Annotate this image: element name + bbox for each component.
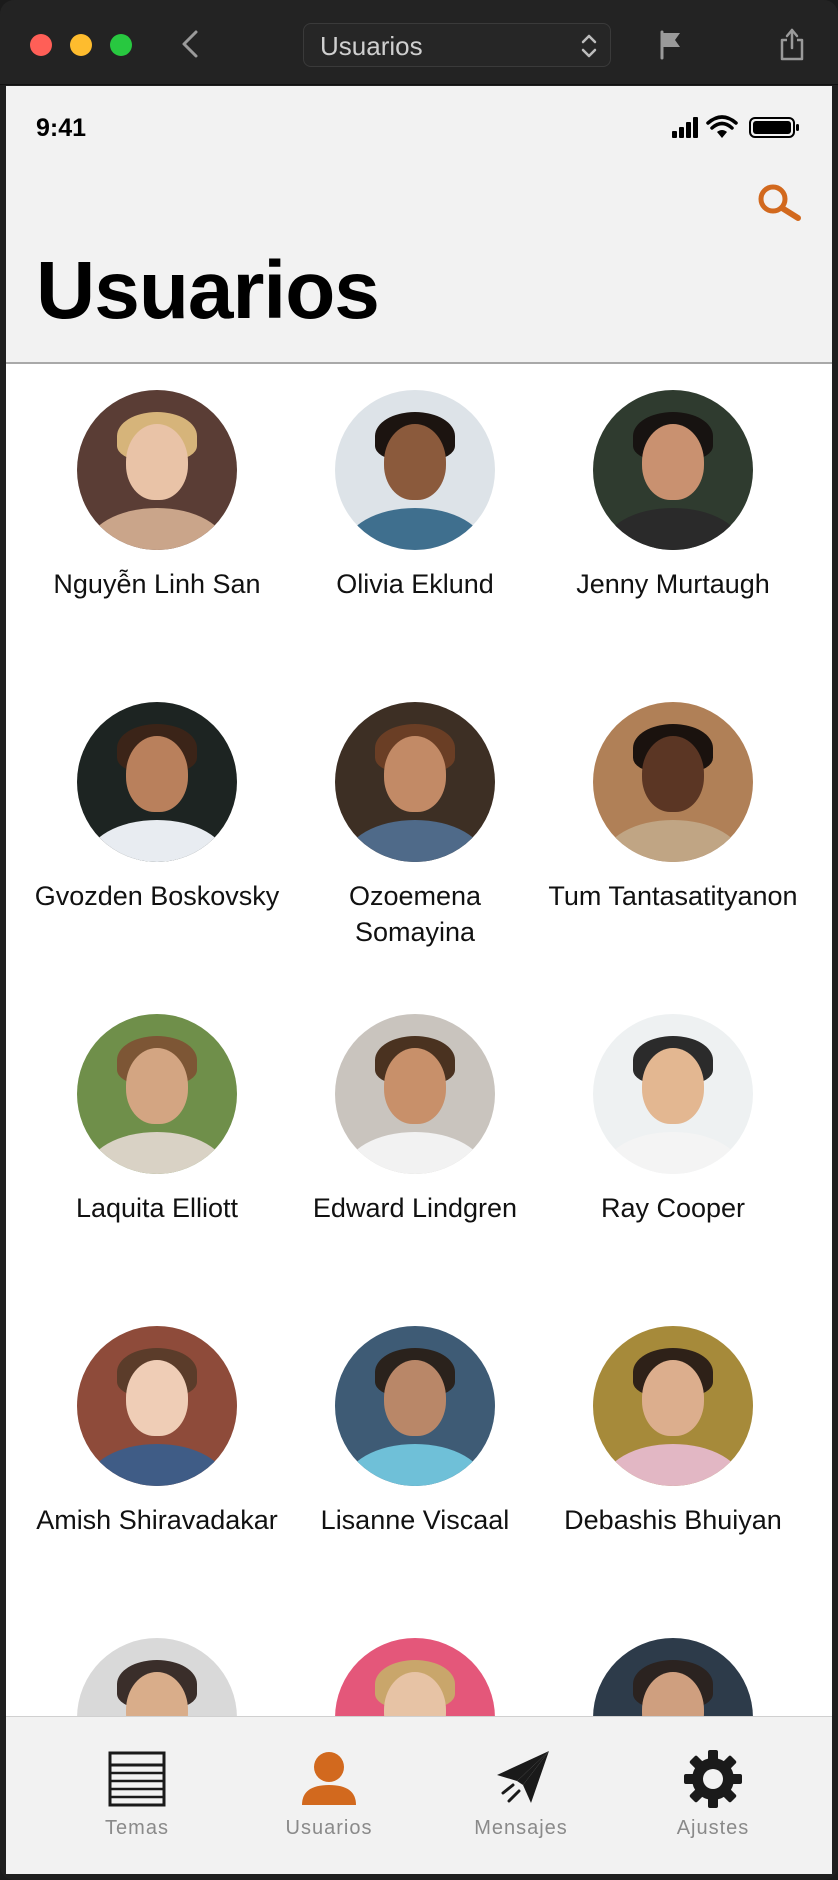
user-avatar [335, 1014, 495, 1174]
user-cell[interactable]: Debashis Bhuiyan [544, 1326, 802, 1538]
flag-icon[interactable] [658, 30, 684, 60]
tab-bar: Temas Usuarios Mensajes Ajustes [6, 1716, 832, 1874]
user-cell[interactable]: Olivia Eklund [286, 390, 544, 602]
close-window-button[interactable] [30, 34, 52, 56]
user-cell[interactable]: Tum Tantasatityanon [544, 702, 802, 914]
tab-label-ajustes: Ajustes [676, 1817, 750, 1839]
user-cell[interactable]: Lisanne Viscaal [286, 1326, 544, 1538]
user-cell[interactable]: Ray Cooper [544, 1014, 802, 1226]
person-icon [302, 1752, 356, 1805]
user-name: Tum Tantasatityanon [548, 881, 798, 911]
user-name: Gvozden Boskovsky [34, 881, 280, 911]
user-cell[interactable]: Ozoemena Somayina [286, 702, 544, 950]
gear-icon [684, 1750, 742, 1808]
user-avatar [77, 1014, 237, 1174]
user-name: Edward Lindgren [312, 1193, 518, 1223]
share-icon[interactable] [778, 26, 806, 62]
minimize-window-button[interactable] [70, 34, 92, 56]
navigation-bar: 9:41 Usuarios [6, 86, 832, 364]
user-avatar [593, 1014, 753, 1174]
screen-selector-label: Usuarios [320, 31, 423, 61]
paperplane-icon [497, 1751, 549, 1803]
app-window: Usuarios 9:41 Usuarios Nguyễn Linh San O… [0, 0, 838, 1880]
user-cell[interactable]: Laquita Elliott [28, 1014, 286, 1226]
zoom-window-button[interactable] [110, 34, 132, 56]
tab-ajustes[interactable]: Ajustes [613, 1717, 813, 1857]
tab-label-temas: Temas [105, 1817, 169, 1839]
phone-screen: 9:41 Usuarios Nguyễn Linh San Olivia Ekl… [6, 86, 832, 1874]
tab-temas[interactable]: Temas [37, 1717, 237, 1857]
tab-label-usuarios: Usuarios [285, 1817, 373, 1839]
user-name: Debashis Bhuiyan [564, 1505, 782, 1535]
cellular-signal-icon [672, 117, 698, 138]
user-cell[interactable]: Nguyễn Linh San [28, 390, 286, 602]
user-avatar [335, 390, 495, 550]
user-name: Ray Cooper [600, 1193, 746, 1223]
user-name: Nguyễn Linh San [53, 569, 261, 599]
status-time: 9:41 [36, 114, 87, 142]
page-title: Usuarios [36, 245, 380, 336]
user-cell[interactable]: Amish Shiravadakar [28, 1326, 286, 1538]
user-avatar [77, 1326, 237, 1486]
window-titlebar: Usuarios [0, 0, 838, 85]
user-name: Amish Shiravadakar [36, 1505, 278, 1535]
search-icon[interactable] [756, 182, 804, 226]
user-name: Laquita Elliott [75, 1193, 239, 1223]
user-avatar [593, 390, 753, 550]
user-avatar [77, 702, 237, 862]
user-avatar [593, 1326, 753, 1486]
user-name: Lisanne Viscaal [320, 1505, 510, 1535]
user-avatar [335, 702, 495, 862]
user-cell[interactable]: Gvozden Boskovsky [28, 702, 286, 914]
newspaper-icon [108, 1751, 166, 1807]
user-avatar [77, 390, 237, 550]
tab-usuarios[interactable]: Usuarios [229, 1717, 429, 1857]
tab-label-mensajes: Mensajes [474, 1817, 568, 1839]
battery-icon [749, 117, 799, 138]
users-grid: Nguyễn Linh San Olivia Eklund Jenny Murtau… [6, 364, 832, 1798]
user-name: Ozoemena Somayina [348, 881, 482, 947]
user-name: Olivia Eklund [336, 569, 494, 599]
back-chevron-icon[interactable] [178, 26, 202, 62]
tab-mensajes[interactable]: Mensajes [421, 1717, 621, 1857]
status-indicators [672, 115, 799, 138]
user-avatar [335, 1326, 495, 1486]
user-name: Jenny Murtaugh [576, 569, 770, 599]
wifi-icon [706, 115, 738, 138]
user-cell[interactable]: Jenny Murtaugh [544, 390, 802, 602]
screen-selector[interactable]: Usuarios [303, 23, 611, 67]
chevron-up-down-icon [581, 34, 597, 58]
user-cell[interactable]: Edward Lindgren [286, 1014, 544, 1226]
user-avatar [593, 702, 753, 862]
